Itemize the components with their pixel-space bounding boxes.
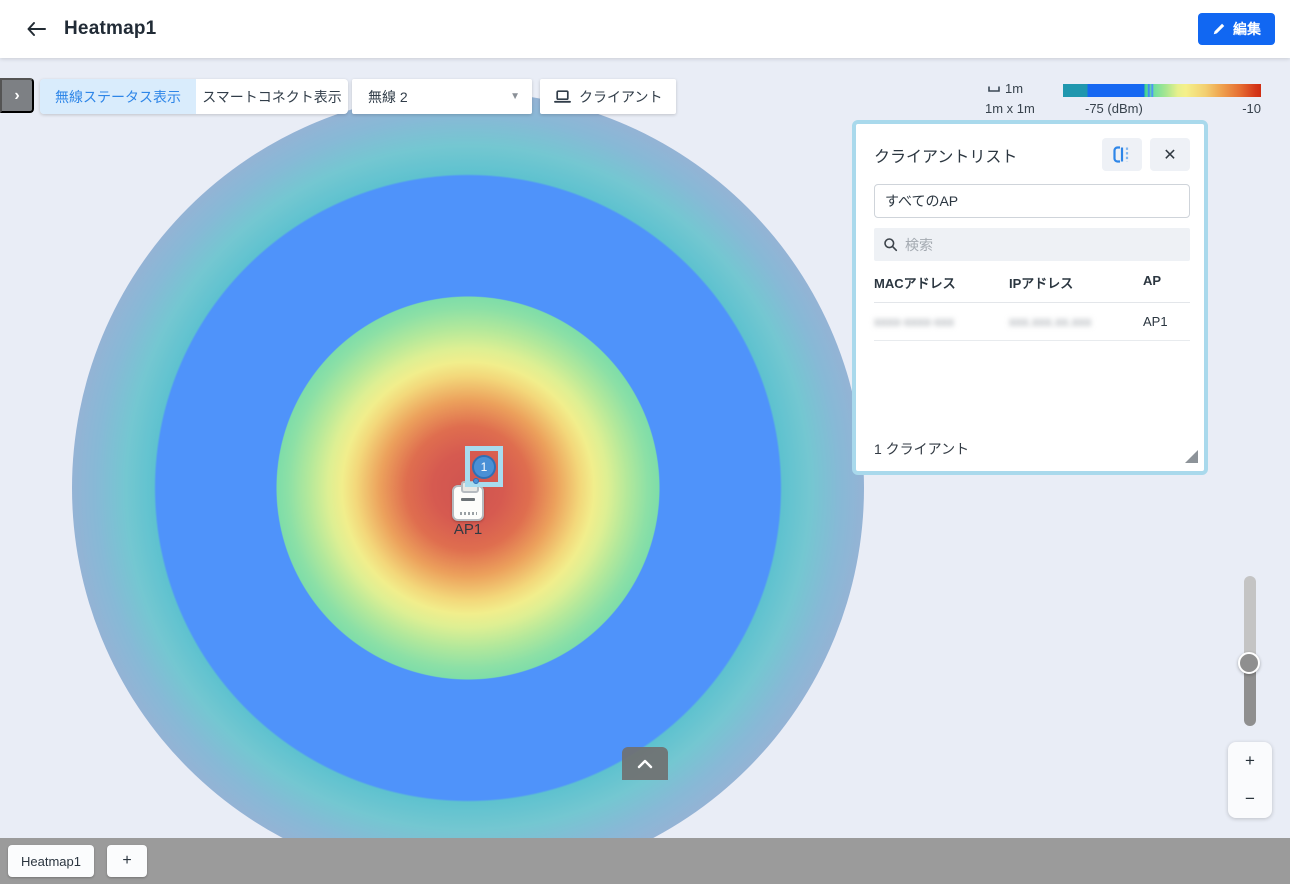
client-badge[interactable]: 1: [472, 455, 496, 479]
ap-label: AP1: [432, 521, 504, 538]
wireless-status-toggle[interactable]: 無線ステータス表示: [40, 79, 196, 114]
zoom-in-button[interactable]: +: [1228, 742, 1272, 780]
signal-legend: 1m 1m x 1m -75 (dBm) -10: [975, 80, 1275, 120]
floor-tab-bar: Heatmap1 +: [0, 838, 1290, 884]
smart-connect-toggle[interactable]: スマートコネクト表示: [196, 79, 348, 114]
legend-min-label: -75 (dBm): [1085, 101, 1143, 116]
search-icon: [883, 237, 898, 252]
column-header-mac: MACアドレス: [874, 273, 1009, 292]
close-panel-button[interactable]: ✕: [1150, 138, 1190, 171]
ap-filter-value: すべてのAP: [885, 191, 958, 211]
client-badge-tail: [473, 478, 479, 484]
client-list-button-label: クライアント: [579, 87, 662, 107]
app-header: Heatmap1 編集: [0, 0, 1290, 58]
page-title: Heatmap1: [64, 18, 156, 40]
ap-filter-select[interactable]: すべてのAP: [874, 184, 1190, 218]
client-search-input[interactable]: [905, 237, 1155, 253]
zoom-slider[interactable]: [1244, 576, 1256, 726]
client-table-row[interactable]: xxxx-xxxx-xxx xxx.xxx.xx.xxx AP1: [874, 303, 1190, 341]
zoom-slider-thumb[interactable]: [1238, 652, 1260, 674]
client-list-panel: クライアントリスト ✕ すべてのAP MACアドレス IPアドレス AP: [852, 120, 1208, 475]
client-ap-value: AP1: [1143, 314, 1188, 329]
chevron-right-icon: ›: [14, 87, 19, 105]
dock-panel-button[interactable]: [1102, 138, 1142, 171]
ap-device-icon[interactable]: [452, 485, 484, 521]
client-list-button[interactable]: クライアント: [540, 79, 676, 114]
client-table-header: MACアドレス IPアドレス AP: [874, 261, 1190, 303]
client-mac-value: xxxx-xxxx-xxx: [874, 314, 1009, 329]
ap-device-slot: [461, 498, 475, 501]
zoom-slider-track-upper[interactable]: [1244, 576, 1256, 664]
signal-colorbar: [1063, 84, 1261, 97]
grid-size-label: 1m x 1m: [985, 101, 1035, 116]
client-table: MACアドレス IPアドレス AP xxxx-xxxx-xxx xxx.xxx.…: [874, 261, 1190, 341]
floor-tab-heatmap1[interactable]: Heatmap1: [8, 845, 94, 877]
close-icon: ✕: [1163, 145, 1176, 165]
client-list-panel-header: クライアントリスト ✕: [874, 138, 1190, 171]
legend-max-label: -10: [1242, 101, 1261, 116]
dock-panel-icon: [1113, 146, 1132, 163]
client-search-box[interactable]: [874, 228, 1190, 261]
client-badge-count: 1: [481, 460, 488, 474]
sidebar-expand-button[interactable]: ›: [0, 78, 34, 113]
ap-device-vents: [460, 512, 477, 515]
edit-button[interactable]: 編集: [1198, 13, 1275, 45]
column-header-ip: IPアドレス: [1009, 273, 1143, 292]
zoom-buttons: + −: [1228, 742, 1272, 818]
back-button[interactable]: [22, 15, 50, 43]
measure-scale-icon: [988, 85, 1000, 93]
chevron-up-icon: [637, 759, 653, 769]
column-header-ap: AP: [1143, 273, 1188, 292]
laptop-icon: [554, 89, 571, 104]
add-floor-button[interactable]: +: [107, 845, 147, 877]
edit-button-label: 編集: [1233, 19, 1261, 39]
radio-band-value: 無線 2: [368, 87, 408, 107]
pencil-icon: [1212, 22, 1226, 36]
display-toggle-group: 無線ステータス表示 スマートコネクト表示: [40, 79, 348, 114]
client-count-label: 1 クライアント: [874, 439, 969, 459]
radio-band-select[interactable]: 無線 2 ▼: [352, 79, 532, 114]
client-list-title: クライアントリスト: [874, 143, 1017, 167]
collapse-tabbar-button[interactable]: [622, 747, 668, 780]
chevron-down-icon: ▼: [510, 91, 520, 102]
client-ip-value: xxx.xxx.xx.xxx: [1009, 314, 1143, 329]
arrow-left-icon: [26, 21, 46, 37]
panel-resize-handle[interactable]: [1185, 450, 1198, 463]
zoom-out-button[interactable]: −: [1228, 780, 1272, 818]
scale-label: 1m: [1005, 81, 1023, 96]
